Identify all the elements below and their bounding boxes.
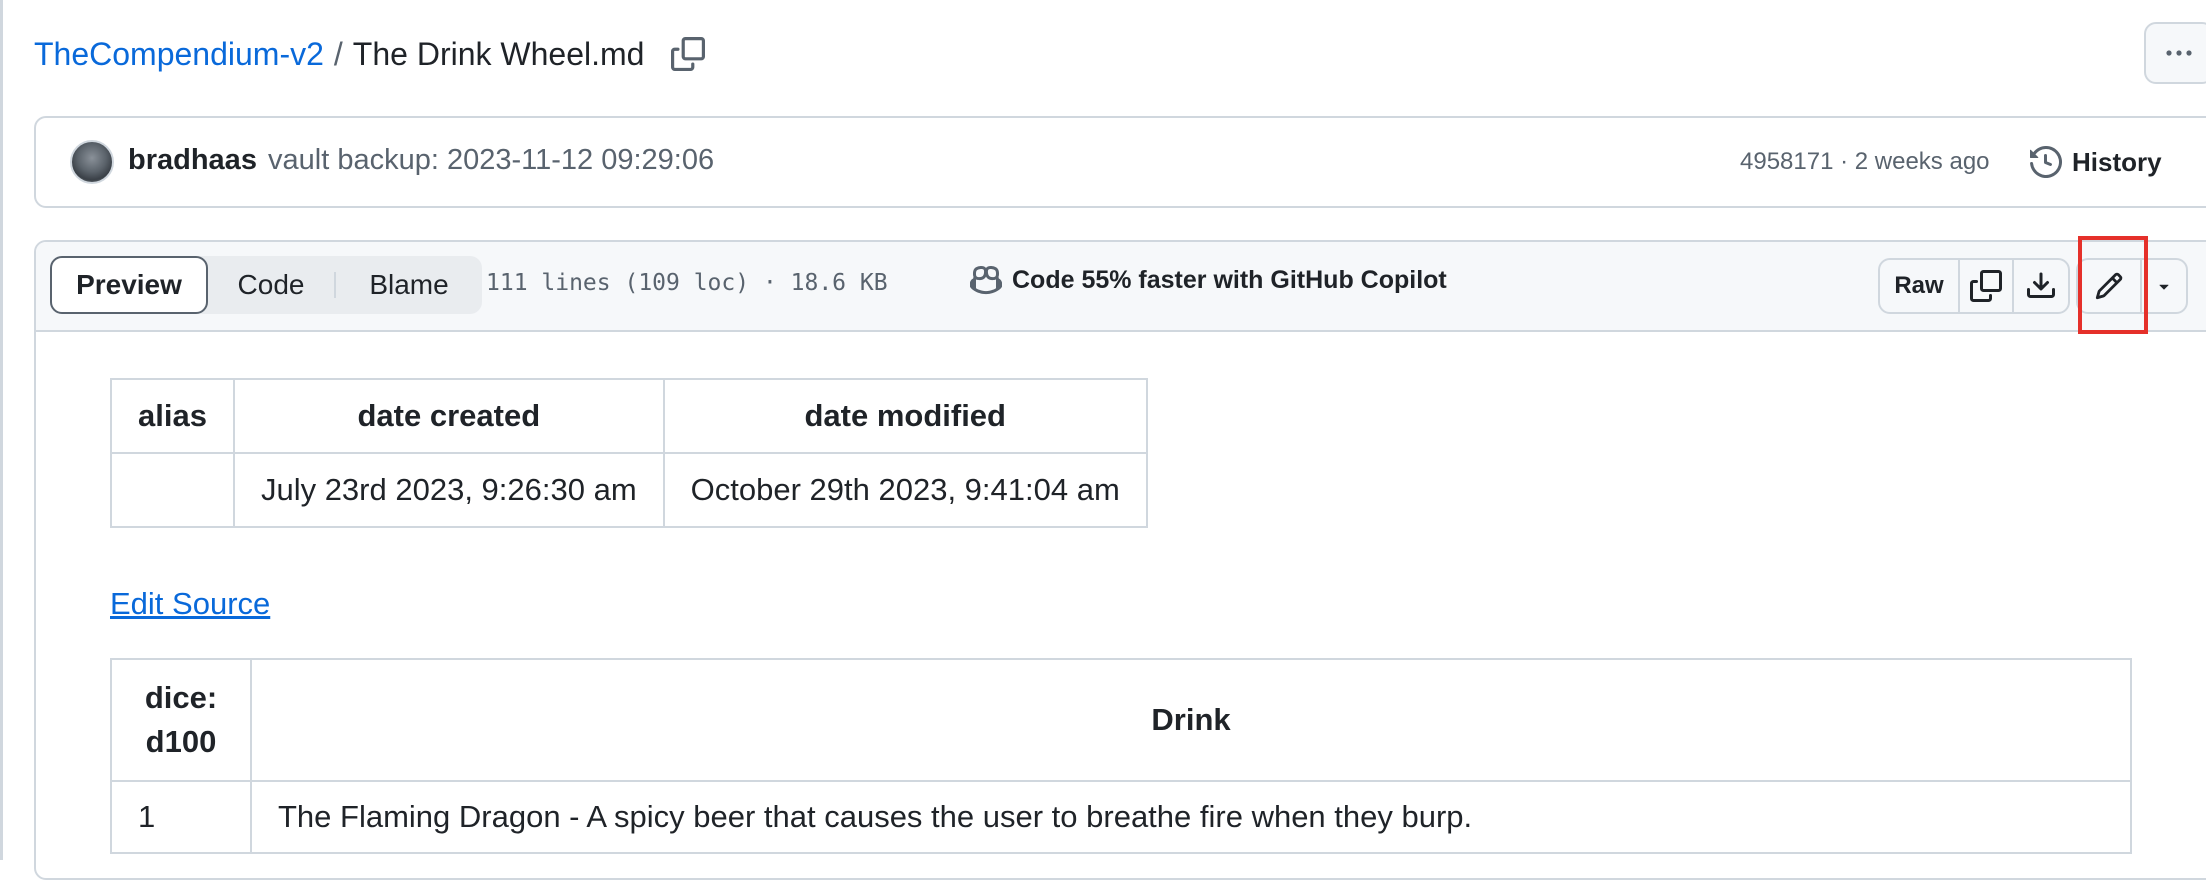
download-icon — [2027, 272, 2055, 298]
header-date-created: date created — [232, 378, 665, 454]
edit-source-link[interactable]: Edit Source — [110, 586, 270, 622]
tab-code[interactable]: Code — [208, 256, 334, 314]
file-name: The Drink Wheel.md — [352, 35, 645, 72]
cell-roll: 1 — [110, 780, 252, 854]
drink-table: dice: d100 Drink 1 The Flaming Dragon - … — [110, 658, 2132, 854]
copy-path-icon[interactable] — [670, 36, 706, 72]
header-drink: Drink — [250, 658, 2132, 782]
file-actions-group: Raw — [1878, 258, 2070, 314]
history-button[interactable]: History — [2030, 138, 2162, 186]
breadcrumb-separator: / — [333, 35, 343, 72]
copilot-promo[interactable]: Code 55% faster with GitHub Copilot — [970, 264, 1447, 296]
table-row: July 23rd 2023, 9:26:30 am October 29th … — [110, 452, 1148, 528]
cell-date-created: July 23rd 2023, 9:26:30 am — [232, 452, 665, 528]
repo-link[interactable]: TheCompendium-v2 — [34, 36, 324, 73]
breadcrumb: TheCompendium-v2 / The Drink Wheel.md — [34, 30, 706, 78]
cell-alias — [110, 452, 235, 528]
header-alias: alias — [110, 378, 235, 454]
copy-icon — [1970, 270, 2002, 302]
frontmatter-table: alias date created date modified July 23… — [110, 378, 1148, 528]
edit-options-dropdown[interactable] — [2142, 260, 2186, 312]
view-mode-tabs: Preview Code Blame — [50, 256, 482, 314]
tab-preview[interactable]: Preview — [50, 256, 208, 314]
file-viewer: Preview Code Blame 111 lines (109 loc) ·… — [34, 240, 2206, 880]
file-stats: 111 lines (109 loc) · 18.6 KB — [486, 270, 888, 296]
tab-blame[interactable]: Blame — [336, 256, 482, 314]
copilot-icon — [970, 265, 1002, 295]
file-header: Preview Code Blame 111 lines (109 loc) ·… — [36, 242, 2206, 332]
latest-commit-bar: bradhaas vault backup: 2023-11-12 09:29:… — [34, 116, 2206, 208]
cell-drink: The Flaming Dragon - A spicy beer that c… — [250, 780, 2132, 854]
history-label: History — [2072, 146, 2162, 177]
cell-date-modified: October 29th 2023, 9:41:04 am — [662, 452, 1148, 528]
avatar[interactable] — [70, 140, 114, 184]
table-row: 1 The Flaming Dragon - A spicy beer that… — [110, 780, 2132, 854]
more-options-button[interactable] — [2144, 22, 2206, 84]
kebab-horizontal-icon — [2166, 50, 2192, 56]
header-dice: dice: d100 — [110, 658, 252, 782]
triangle-down-icon — [2159, 284, 2169, 290]
page-left-border — [0, 0, 3, 860]
copilot-label: Code 55% faster with GitHub Copilot — [1012, 265, 1447, 294]
download-raw-button[interactable] — [2014, 260, 2068, 312]
table-header-row: dice: d100 Drink — [110, 658, 2132, 782]
history-icon — [2030, 146, 2062, 178]
commit-message[interactable]: vault backup: 2023-11-12 09:29:06 — [268, 144, 714, 177]
copy-raw-button[interactable] — [1960, 260, 2014, 312]
raw-button[interactable]: Raw — [1880, 260, 1960, 312]
header-date-modified: date modified — [662, 378, 1148, 454]
commit-meta[interactable]: 4958171 · 2 weeks ago — [1740, 148, 1990, 176]
table-header-row: alias date created date modified — [110, 378, 1148, 454]
highlight-annotation — [2078, 236, 2148, 334]
commit-author[interactable]: bradhaas — [128, 144, 257, 177]
